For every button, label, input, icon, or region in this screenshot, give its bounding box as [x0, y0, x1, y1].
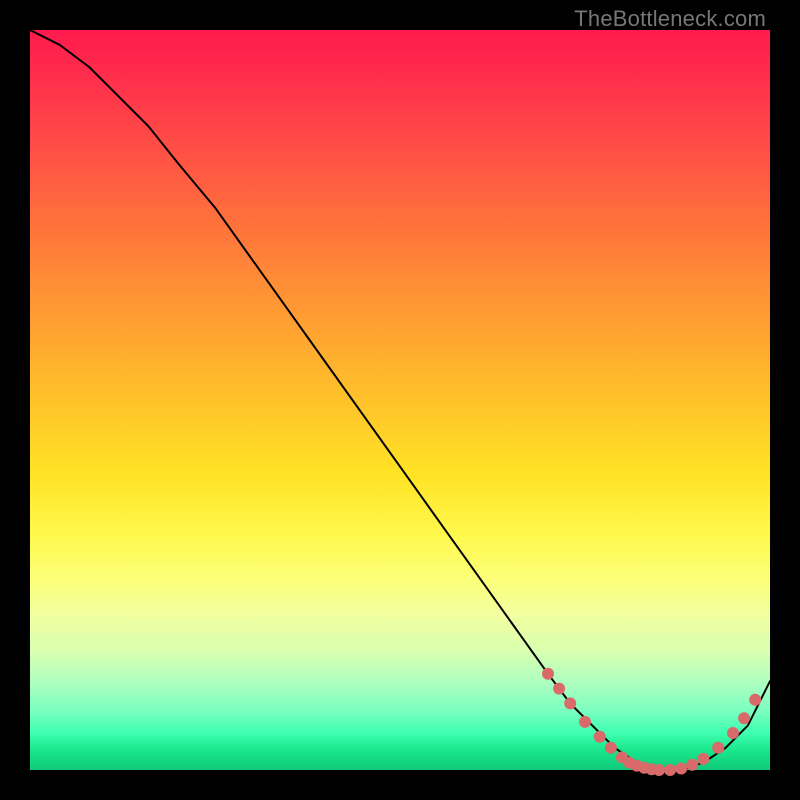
marker-layer — [542, 668, 761, 776]
data-point — [697, 753, 709, 765]
bottleneck-curve — [30, 30, 770, 770]
data-point — [727, 727, 739, 739]
data-point — [675, 763, 687, 775]
data-point — [664, 764, 676, 776]
data-point — [542, 668, 554, 680]
chart-svg — [30, 30, 770, 770]
data-point — [712, 742, 724, 754]
data-point — [738, 712, 750, 724]
chart-stage: TheBottleneck.com — [0, 0, 800, 800]
watermark-label: TheBottleneck.com — [574, 6, 766, 32]
data-point — [653, 764, 665, 776]
data-point — [686, 759, 698, 771]
plot-area — [30, 30, 770, 770]
data-point — [553, 683, 565, 695]
data-point — [749, 694, 761, 706]
data-point — [594, 731, 606, 743]
data-point — [564, 697, 576, 709]
data-point — [579, 716, 591, 728]
data-point — [605, 742, 617, 754]
